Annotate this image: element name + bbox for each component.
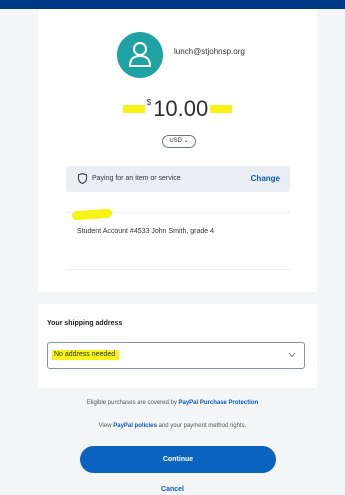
policies-text: View PayPal policies and your payment me… [0,423,345,429]
payment-type-text: Paying for an item or service [92,175,181,182]
shield-icon [78,173,87,184]
highlight-mark [71,208,113,221]
user-icon [128,42,152,67]
purchase-protection-text: Eligible purchases are covered by PayPal… [0,400,345,406]
purchase-protection-link[interactable]: PayPal Purchase Protection [179,400,259,406]
chevron-down-icon: ⌄ [183,138,189,144]
amount-row: $ 10.00 [38,97,317,123]
currency-selector[interactable]: USD ⌄ [162,135,196,148]
currency-code: USD [169,138,182,144]
highlight-mark [122,105,145,113]
policies-prefix: View [98,423,114,429]
shipping-address-select[interactable]: No address needed [47,342,305,369]
continue-button[interactable]: Continue [80,446,276,473]
payment-amount: 10.00 [153,96,209,121]
highlight-mark [210,105,233,113]
payment-type-box: Paying for an item or service Change [66,166,290,192]
shipping-card: Your shipping address No address needed [38,304,317,388]
paypal-policies-link[interactable]: PayPal policies [113,423,157,429]
cancel-link[interactable]: Cancel [0,486,345,493]
change-link[interactable]: Change [251,174,280,183]
chevron-down-icon [288,352,296,358]
policies-suffix: and your payment method rights. [156,423,247,429]
currency-symbol: $ [146,98,152,107]
protection-prefix: Eligible purchases are covered by [86,400,179,406]
shipping-selected-value: No address needed [52,350,120,360]
note-field[interactable]: Student Account #4533 John Smith, grade … [66,208,290,270]
payment-card: lunch@stjohnsp.org $ 10.00 USD ⌄ Paying … [38,9,317,292]
top-bar [0,0,345,9]
payee-avatar [117,32,163,78]
payee-email: lunch@stjohnsp.org [174,47,245,56]
note-text: Student Account #4533 John Smith, grade … [77,228,214,235]
shipping-label: Your shipping address [47,320,123,327]
